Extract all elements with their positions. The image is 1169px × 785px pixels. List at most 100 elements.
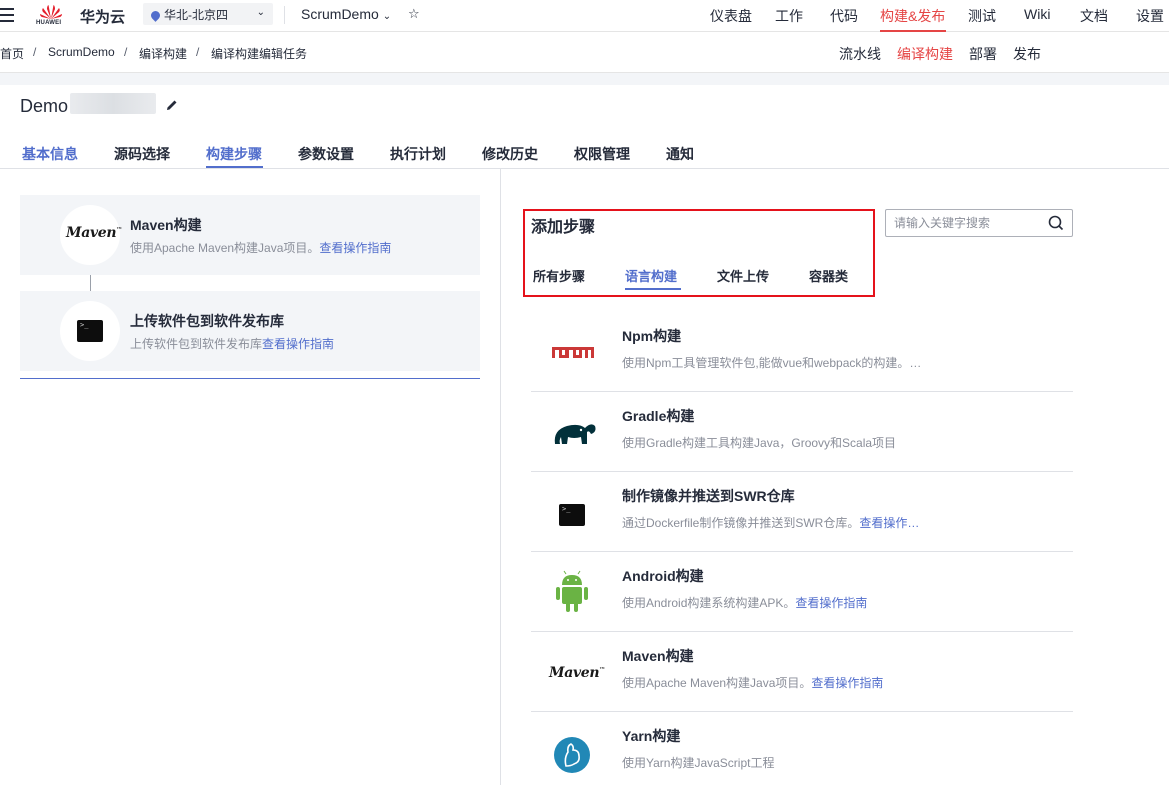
subnav-pipeline[interactable]: 流水线 <box>839 44 881 64</box>
tab-source[interactable]: 源码选择 <box>114 144 170 164</box>
item-desc: 使用Apache Maven构建Java项目。查看操作指南 <box>622 674 883 691</box>
step-search-input[interactable] <box>894 215 1044 231</box>
step-desc: 使用Apache Maven构建Java项目。查看操作指南 <box>130 239 391 256</box>
list-item-npm[interactable]: Npm构建 使用Npm工具管理软件包,能做vue和webpack的构建。… <box>531 312 1073 392</box>
step-connector <box>90 275 91 291</box>
nav-docs[interactable]: 文档 <box>1080 6 1108 26</box>
step-icon-container <box>60 301 120 361</box>
edit-icon[interactable] <box>166 99 178 111</box>
logo-text: HUAWEI <box>36 20 62 26</box>
breadcrumb-build[interactable]: 编译构建 <box>139 45 187 62</box>
subnav-deploy[interactable]: 部署 <box>969 44 997 64</box>
step-icon-container: Maven™ <box>60 205 122 265</box>
step-card-maven[interactable]: Maven™ Maven构建 使用Apache Maven构建Java项目。查看… <box>20 195 480 275</box>
breadcrumb-separator: / <box>33 45 37 59</box>
item-desc-text: 使用Yarn构建JavaScript工程 <box>622 756 775 770</box>
item-desc: 使用Npm工具管理软件包,能做vue和webpack的构建。… <box>622 354 921 371</box>
item-desc-text: 使用Npm工具管理软件包,能做vue和webpack的构建。… <box>622 356 922 370</box>
breadcrumb-separator: / <box>196 45 200 59</box>
item-desc-text: 使用Android构建系统构建APK。 <box>622 596 796 610</box>
separator-strip <box>0 73 1169 85</box>
divider <box>284 6 285 24</box>
item-desc: 使用Android构建系统构建APK。查看操作指南 <box>622 594 867 611</box>
category-language-build[interactable]: 语言构建 <box>625 266 677 285</box>
nav-wiki[interactable]: Wiki <box>1024 6 1050 22</box>
item-desc-text: 使用Apache Maven构建Java项目。 <box>622 676 812 690</box>
terminal-icon <box>541 486 601 536</box>
project-selector[interactable]: ScrumDemo ⌄ <box>301 6 391 22</box>
item-guide-link[interactable]: 查看操作… <box>859 516 919 530</box>
task-tabs: 基本信息 源码选择 构建步骤 参数设置 执行计划 修改历史 权限管理 通知 <box>0 138 1169 169</box>
maven-icon: Maven™ <box>541 646 605 696</box>
item-guide-link[interactable]: 查看操作指南 <box>811 676 883 690</box>
item-desc: 使用Yarn构建JavaScript工程 <box>622 754 774 771</box>
item-desc: 使用Gradle构建工具构建Java，Groovy和Scala项目 <box>622 434 896 451</box>
sub-bar: 首页 / ScrumDemo / 编译构建 / 编译构建编辑任务 流水线 编译构… <box>0 33 1169 73</box>
menu-icon[interactable] <box>0 8 14 22</box>
step-name: 上传软件包到软件发布库 <box>130 313 284 329</box>
item-name: Maven构建 <box>622 648 694 664</box>
step-desc-text: 使用Apache Maven构建Java项目。 <box>130 241 320 255</box>
subnav-release[interactable]: 发布 <box>1013 44 1041 64</box>
item-name: Npm构建 <box>622 328 682 344</box>
add-step-title: 添加步骤 <box>531 219 596 236</box>
nav-work[interactable]: 工作 <box>775 6 803 26</box>
task-title: Demo <box>20 96 69 116</box>
region-label: 华北-北京四 <box>164 8 228 22</box>
step-name: Maven构建 <box>130 217 202 233</box>
android-icon <box>541 566 601 616</box>
subnav-build[interactable]: 编译构建 <box>897 44 953 64</box>
nav-dashboard[interactable]: 仪表盘 <box>710 6 752 26</box>
active-category-indicator <box>625 288 681 290</box>
nav-build-release[interactable]: 构建&发布 <box>880 6 945 26</box>
category-all[interactable]: 所有步骤 <box>533 266 585 285</box>
nav-code[interactable]: 代码 <box>830 6 858 26</box>
breadcrumb-project[interactable]: ScrumDemo <box>48 45 115 59</box>
list-item-yarn[interactable]: Yarn构建 使用Yarn构建JavaScript工程 <box>531 712 1073 785</box>
item-name: Android构建 <box>622 568 704 584</box>
item-guide-link[interactable]: 查看操作指南 <box>795 596 867 610</box>
region-selector[interactable]: 华北-北京四 ⌄ <box>143 3 273 25</box>
maven-logo-glyph: Maven™ <box>549 665 605 681</box>
maven-icon: Maven™ <box>66 225 122 241</box>
list-item-android[interactable]: Android构建 使用Android构建系统构建APK。查看操作指南 <box>531 552 1073 632</box>
tab-notifications[interactable]: 通知 <box>666 144 694 164</box>
brand-name[interactable]: 华为云 <box>80 6 125 27</box>
step-desc: 上传软件包到软件发布库查看操作指南 <box>130 335 334 352</box>
tab-build-steps[interactable]: 构建步骤 <box>206 144 262 164</box>
search-icon[interactable] <box>1048 215 1064 231</box>
nav-test[interactable]: 测试 <box>968 6 996 26</box>
top-bar: HUAWEI 华为云 华北-北京四 ⌄ ScrumDemo ⌄ ☆ 仪表盘 工作… <box>0 0 1169 32</box>
list-item-maven[interactable]: Maven™ Maven构建 使用Apache Maven构建Java项目。查看… <box>531 632 1073 712</box>
tab-basic-info[interactable]: 基本信息 <box>22 144 78 164</box>
project-name: ScrumDemo <box>301 6 379 22</box>
chevron-down-icon: ⌄ <box>256 7 265 18</box>
panel-divider <box>500 169 501 785</box>
breadcrumb-home[interactable]: 首页 <box>0 45 24 62</box>
breadcrumb-separator: / <box>124 45 128 59</box>
tab-history[interactable]: 修改历史 <box>482 144 538 164</box>
step-guide-link[interactable]: 查看操作指南 <box>319 241 391 255</box>
step-guide-link[interactable]: 查看操作指南 <box>262 337 334 351</box>
terminal-glyph <box>559 504 585 526</box>
tab-schedule[interactable]: 执行计划 <box>390 144 446 164</box>
nav-settings[interactable]: 设置 <box>1136 6 1164 26</box>
tab-parameters[interactable]: 参数设置 <box>298 144 354 164</box>
item-desc: 通过Dockerfile制作镜像并推送到SWR仓库。查看操作… <box>622 514 919 531</box>
list-item-swr-image[interactable]: 制作镜像并推送到SWR仓库 通过Dockerfile制作镜像并推送到SWR仓库。… <box>531 472 1073 552</box>
item-desc-text: 通过Dockerfile制作镜像并推送到SWR仓库。 <box>622 516 860 530</box>
step-desc-text: 上传软件包到软件发布库 <box>130 337 263 351</box>
list-item-gradle[interactable]: Gradle构建 使用Gradle构建工具构建Java，Groovy和Scala… <box>531 392 1073 472</box>
category-file-upload[interactable]: 文件上传 <box>717 266 769 285</box>
star-icon[interactable]: ☆ <box>408 6 420 22</box>
npm-icon <box>541 326 601 376</box>
step-card-upload[interactable]: 上传软件包到软件发布库 上传软件包到软件发布库查看操作指南 <box>20 291 480 371</box>
tab-permissions[interactable]: 权限管理 <box>574 144 630 164</box>
category-container[interactable]: 容器类 <box>809 266 848 285</box>
chevron-down-icon: ⌄ <box>382 11 392 22</box>
active-tab-indicator <box>206 166 263 168</box>
item-desc-text: 使用Gradle构建工具构建Java，Groovy和Scala项目 <box>622 436 897 450</box>
step-list-end-line <box>20 378 480 379</box>
item-name: Gradle构建 <box>622 408 695 424</box>
gradle-icon <box>541 406 601 456</box>
